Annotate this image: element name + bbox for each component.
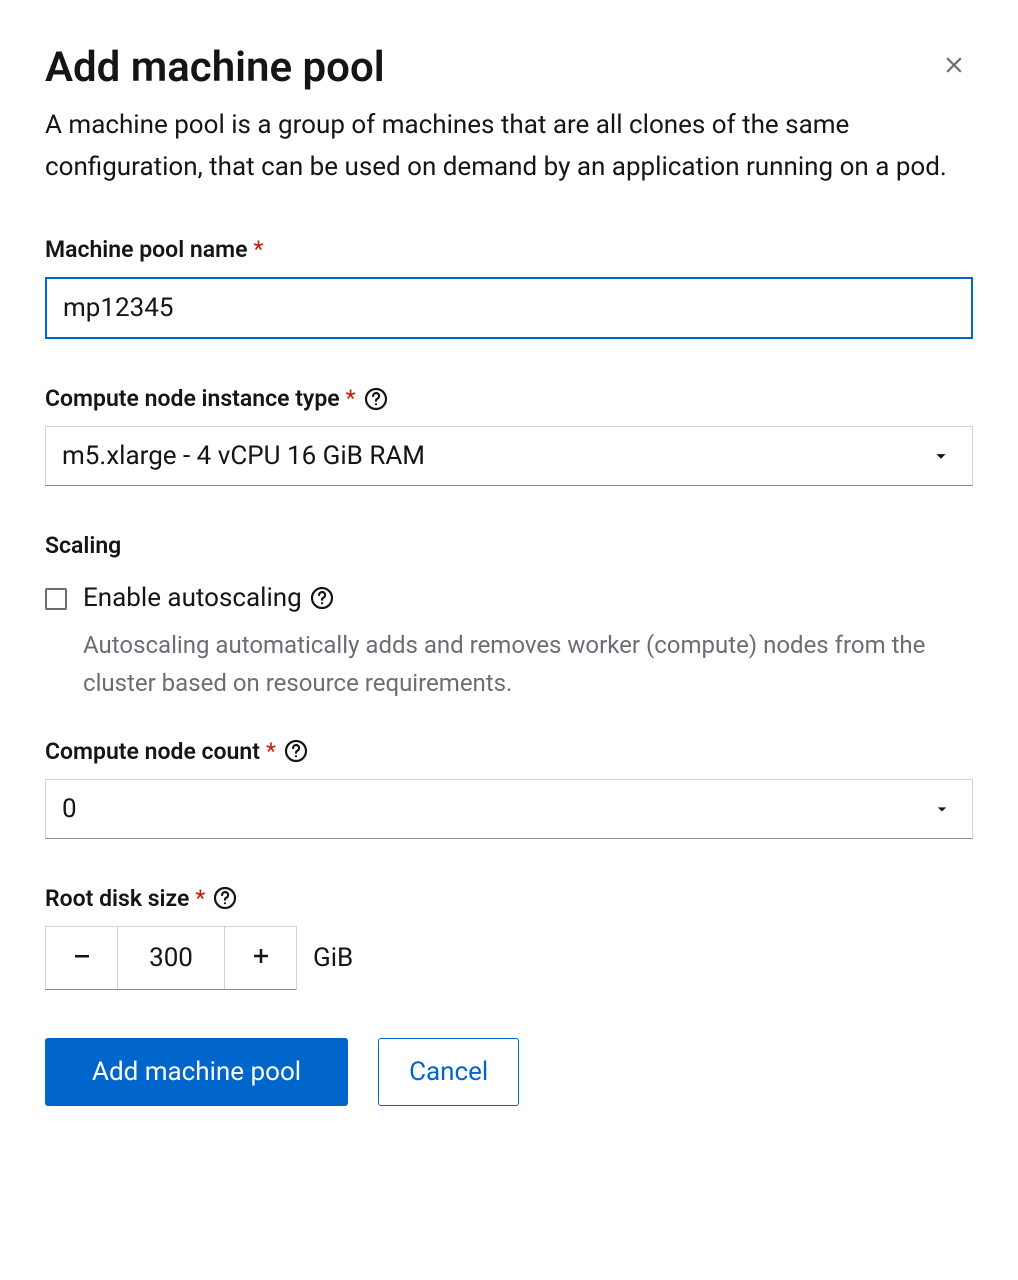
- caret-down-icon: [932, 799, 952, 819]
- machine-pool-name-group: Machine pool name *: [45, 236, 973, 339]
- required-asterisk: *: [346, 385, 356, 412]
- root-disk-unit: GiB: [313, 943, 353, 973]
- instance-type-select[interactable]: m5.xlarge - 4 vCPU 16 GiB RAM: [45, 426, 973, 486]
- machine-pool-name-label: Machine pool name *: [45, 236, 973, 263]
- node-count-group: Compute node count * 0: [45, 738, 973, 839]
- root-disk-label: Root disk size *: [45, 885, 973, 912]
- root-disk-stepper: 300: [45, 926, 297, 990]
- close-icon: [941, 49, 967, 85]
- scaling-heading: Scaling: [45, 532, 973, 559]
- minus-icon: [70, 939, 94, 976]
- required-asterisk: *: [195, 885, 205, 912]
- plus-icon: [249, 939, 273, 976]
- enable-autoscaling-label-text: Enable autoscaling: [83, 583, 302, 613]
- stepper-minus-button[interactable]: [46, 927, 118, 989]
- required-asterisk: *: [253, 236, 263, 263]
- node-count-select[interactable]: 0: [45, 779, 973, 839]
- node-count-value: 0: [62, 794, 77, 824]
- root-disk-label-text: Root disk size: [45, 885, 189, 912]
- help-icon[interactable]: [213, 886, 237, 910]
- machine-pool-name-input[interactable]: [45, 277, 973, 339]
- machine-pool-name-label-text: Machine pool name: [45, 236, 247, 263]
- root-disk-group: Root disk size * 300 GiB: [45, 885, 973, 990]
- scaling-section: Scaling Enable autoscaling Autoscaling a…: [45, 532, 973, 701]
- root-disk-value[interactable]: 300: [118, 927, 224, 989]
- instance-type-value: m5.xlarge - 4 vCPU 16 GiB RAM: [62, 441, 425, 471]
- node-count-label: Compute node count *: [45, 738, 973, 765]
- stepper-plus-button[interactable]: [224, 927, 296, 989]
- help-icon[interactable]: [310, 586, 334, 610]
- add-machine-pool-button[interactable]: Add machine pool: [45, 1038, 348, 1106]
- caret-down-icon: [930, 445, 952, 467]
- instance-type-label: Compute node instance type *: [45, 385, 973, 412]
- close-button[interactable]: [935, 45, 973, 89]
- dialog-description: A machine pool is a group of machines th…: [45, 105, 973, 188]
- node-count-label-text: Compute node count: [45, 738, 260, 765]
- dialog-title: Add machine pool: [45, 45, 385, 91]
- instance-type-group: Compute node instance type * m5.xlarge -…: [45, 385, 973, 486]
- enable-autoscaling-description: Autoscaling automatically adds and remov…: [83, 627, 973, 701]
- enable-autoscaling-checkbox[interactable]: [45, 588, 67, 610]
- instance-type-label-text: Compute node instance type: [45, 385, 340, 412]
- enable-autoscaling-label[interactable]: Enable autoscaling: [83, 583, 334, 613]
- cancel-button[interactable]: Cancel: [378, 1038, 519, 1106]
- required-asterisk: *: [266, 738, 276, 765]
- help-icon[interactable]: [284, 739, 308, 763]
- help-icon[interactable]: [364, 387, 388, 411]
